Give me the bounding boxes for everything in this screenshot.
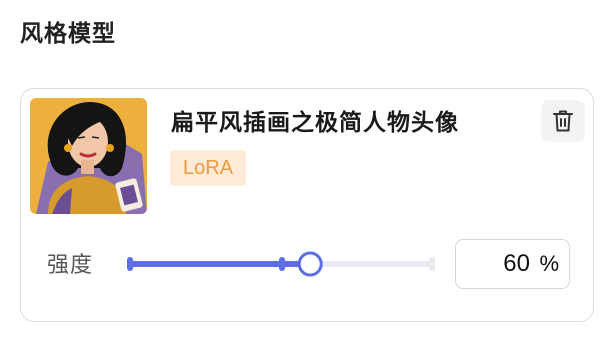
slider-max-marker bbox=[429, 257, 435, 271]
model-thumbnail[interactable] bbox=[30, 98, 147, 214]
portrait-illustration-icon bbox=[30, 98, 147, 214]
slider-marker bbox=[279, 257, 285, 271]
strength-label: 强度 bbox=[47, 253, 94, 278]
strength-unit: % bbox=[539, 251, 559, 276]
strength-value[interactable]: 60 bbox=[456, 240, 530, 287]
style-model-card: 扁平风插画之极简人物头像 LoRA 强度 60 % bbox=[20, 88, 594, 322]
strength-slider[interactable] bbox=[125, 247, 437, 281]
strength-input[interactable]: 60 % bbox=[455, 239, 570, 289]
delete-button[interactable] bbox=[541, 100, 585, 142]
slider-graphic bbox=[127, 251, 435, 277]
model-type-badge: LoRA bbox=[170, 150, 247, 186]
slider-thumb[interactable] bbox=[297, 251, 323, 277]
trash-icon bbox=[553, 110, 573, 132]
section-title: 风格模型 bbox=[20, 21, 116, 47]
model-name: 扁平风插画之极简人物头像 bbox=[171, 110, 459, 136]
slider-min-marker bbox=[127, 257, 133, 271]
